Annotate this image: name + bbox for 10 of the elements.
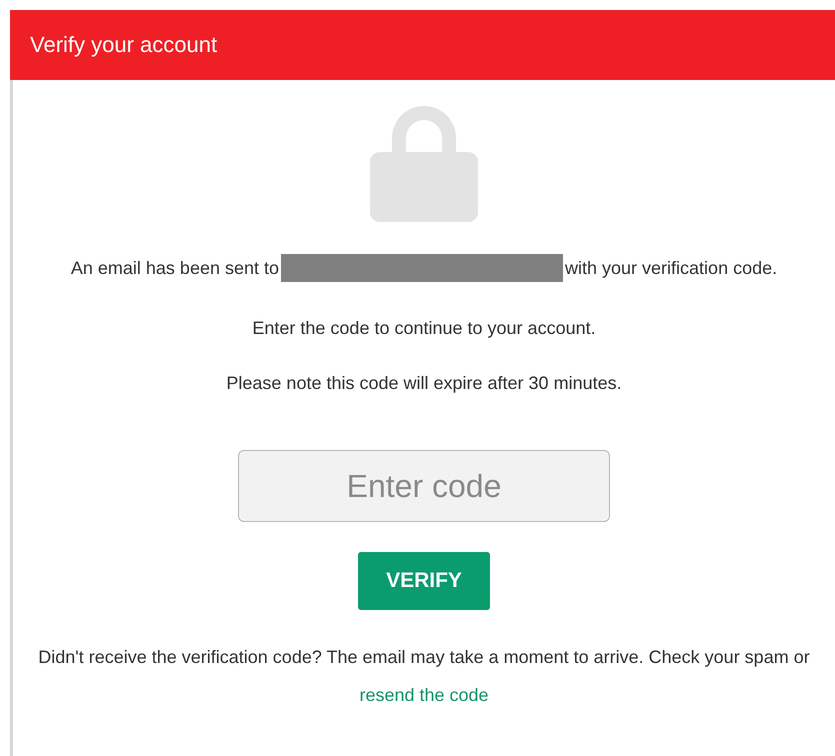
lock-icon xyxy=(370,104,478,222)
dialog-title: Verify your account xyxy=(30,32,218,58)
instruction-text: Enter the code to continue to your account. xyxy=(252,318,596,339)
help-text: Didn't receive the verification code? The email may take a moment to arrive. Check your spam or resend the code xyxy=(37,646,811,707)
resend-link[interactable]: resend the code xyxy=(359,685,489,705)
code-field[interactable]: Enter code xyxy=(238,450,610,522)
instruction-text: Please note this code will expire after 30 minutes. xyxy=(226,373,622,394)
message-text: with your verification code. xyxy=(565,258,778,278)
verify-button[interactable]: VERIFY xyxy=(358,552,490,610)
message-text: An email has been sent to xyxy=(70,258,280,278)
